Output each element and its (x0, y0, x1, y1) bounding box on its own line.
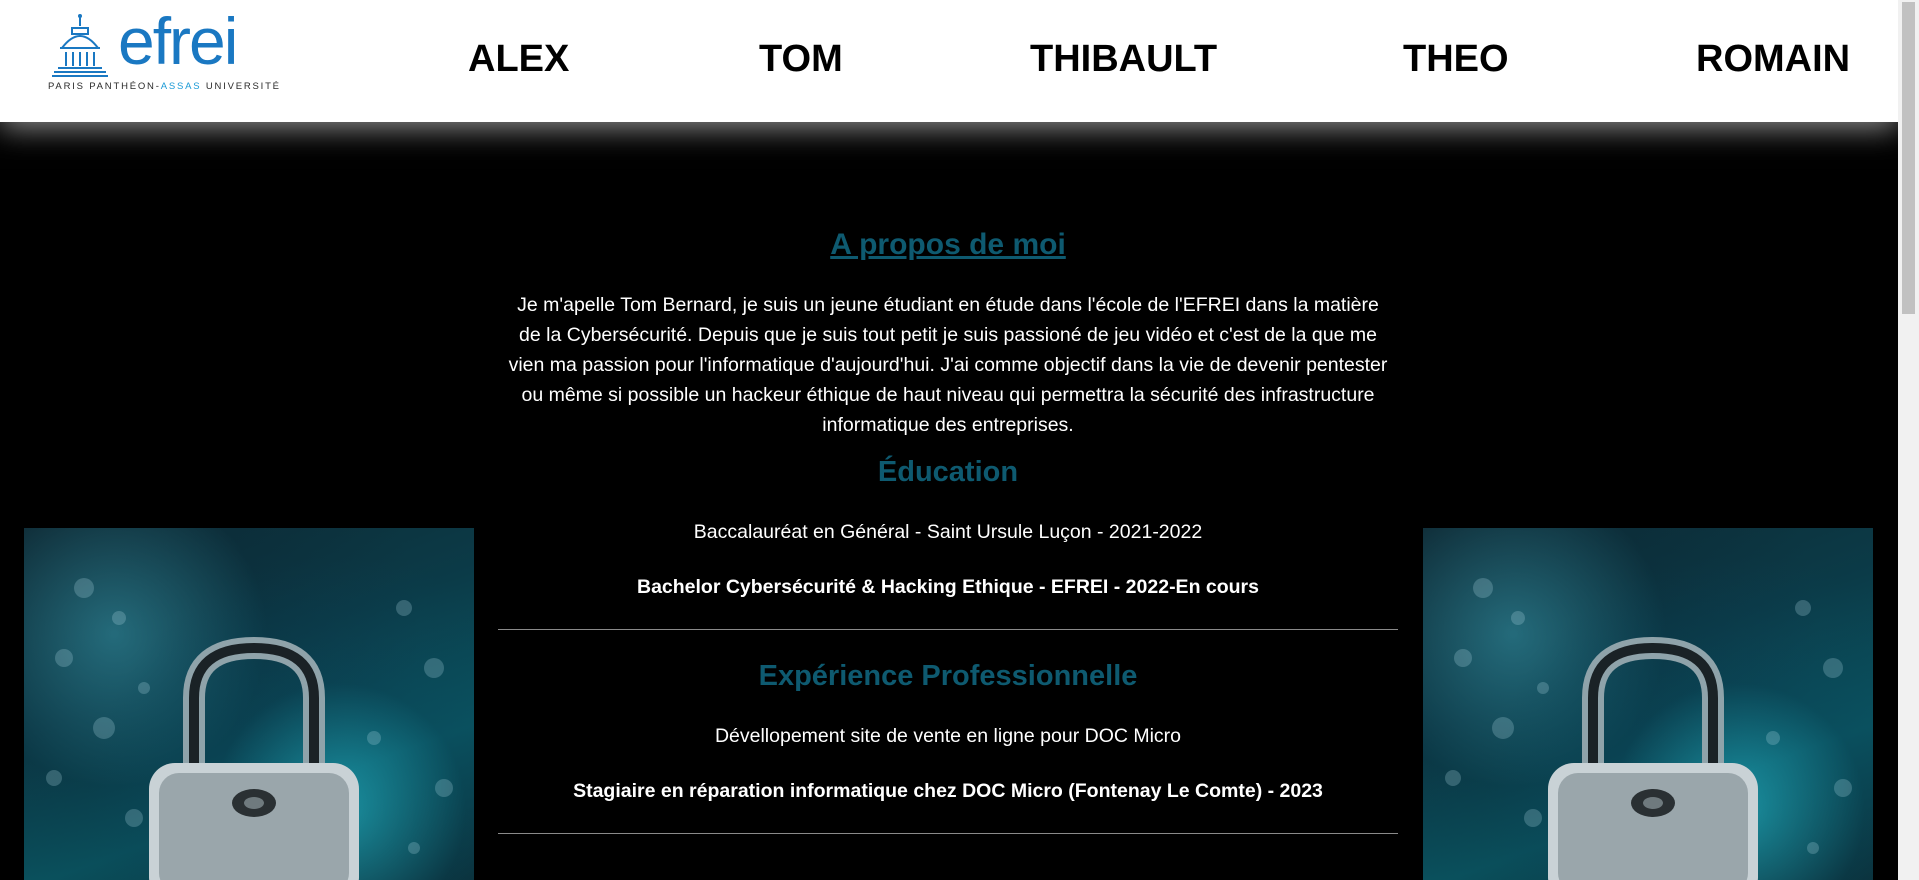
nav-link-alex[interactable]: ALEX (468, 34, 569, 84)
scrollbar-thumb[interactable] (1902, 2, 1915, 314)
about-title-link[interactable]: A propos de moi (830, 228, 1066, 262)
vertical-scrollbar[interactable] (1898, 0, 1919, 880)
divider (498, 629, 1398, 630)
nav-link-tom[interactable]: TOM (759, 34, 843, 84)
education-title: Éducation (877, 456, 1019, 488)
experience-item: Dévellopement site de vente en ligne pou… (714, 725, 1182, 747)
main-nav: ALEX TOM THIBAULT THEO ROMAIN (0, 34, 1898, 84)
about-text: Je m'apelle Tom Bernard, je suis un jeun… (508, 294, 1388, 436)
nav-link-romain[interactable]: ROMAIN (1696, 34, 1850, 84)
padlock-circuit-image-left (24, 528, 474, 880)
education-item: Baccalauréat en Général - Saint Ursule L… (693, 521, 1203, 543)
page: efrei PARIS PANTHÉON-ASSAS UNIVERSITÉ AL… (0, 0, 1919, 880)
education-item: Bachelor Cybersécurité & Hacking Ethique… (636, 576, 1259, 598)
nav-link-thibault[interactable]: THIBAULT (1030, 34, 1217, 84)
divider (498, 833, 1398, 834)
experience-item: Stagiaire en réparation informatique che… (573, 780, 1323, 802)
site-header: efrei PARIS PANTHÉON-ASSAS UNIVERSITÉ AL… (0, 0, 1898, 122)
padlock-circuit-image-right (1423, 528, 1873, 880)
main-content: A propos de moi Je m'apelle Tom Bernard,… (497, 220, 1399, 834)
experience-title: Expérience Professionnelle (758, 660, 1138, 692)
nav-link-theo[interactable]: THEO (1403, 34, 1509, 84)
